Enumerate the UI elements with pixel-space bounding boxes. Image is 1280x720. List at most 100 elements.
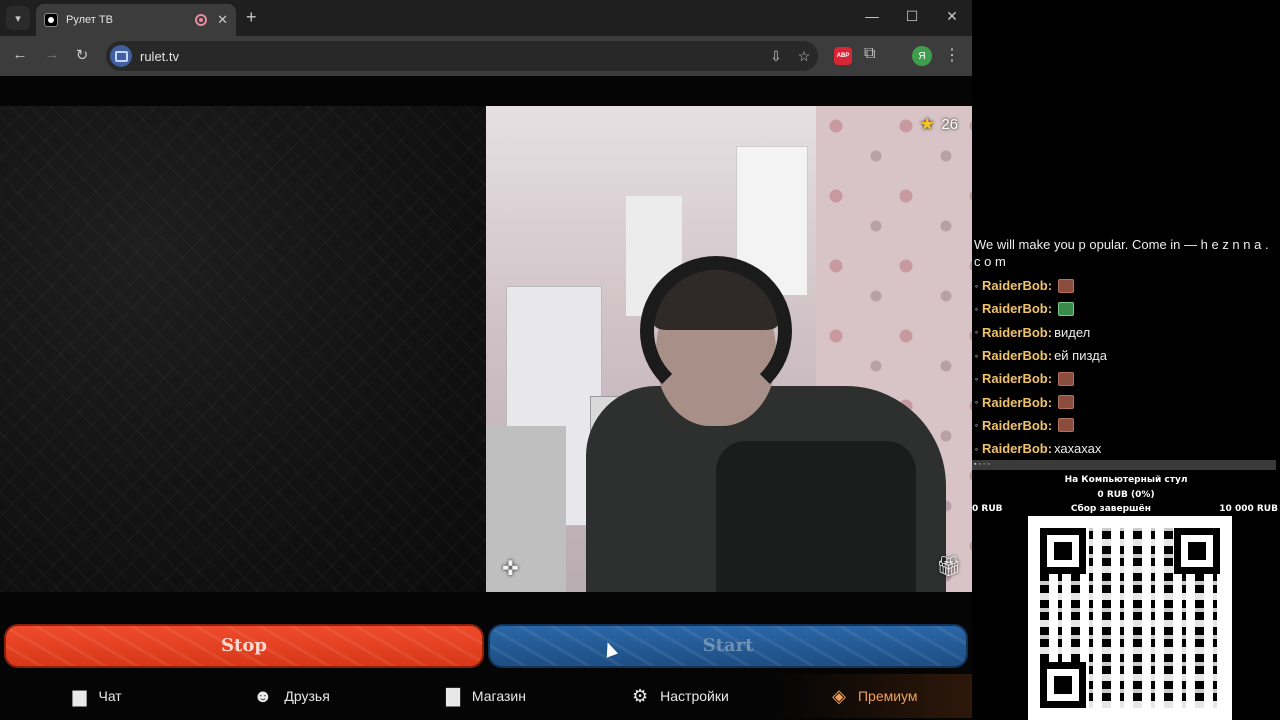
nav-shop-label: Магазин xyxy=(471,688,526,704)
kitchen-table xyxy=(486,426,566,592)
chat-text: хахахах xyxy=(1054,441,1102,457)
chat-bullet-icon: ◦ xyxy=(974,350,979,361)
person-shirt xyxy=(716,441,916,592)
chat-message: ◦ RaiderBob: ей пизда xyxy=(972,344,1280,367)
nav-chat-label: Чат xyxy=(98,688,122,704)
gift-icon[interactable]: 🎁︎ xyxy=(936,554,961,579)
url-text[interactable]: rulet.tv xyxy=(140,49,762,64)
doodle-pattern xyxy=(0,106,486,592)
masks-icon[interactable]: ✜ xyxy=(502,556,519,581)
browser-tab[interactable]: Рулет ТВ ✕ xyxy=(36,4,236,36)
nav-chat[interactable]: ▆ Чат xyxy=(0,674,194,718)
own-webcam-video: ★ 26 ✜ 🎁︎ xyxy=(486,106,972,592)
stop-button-label: Stop xyxy=(221,635,267,656)
tab-title: Рулет ТВ xyxy=(66,14,113,26)
chat-username: RaiderBob: xyxy=(982,301,1053,317)
chat-username: RaiderBob: xyxy=(982,371,1053,387)
bookmark-star-icon[interactable]: ☆ xyxy=(790,48,818,65)
nav-friends[interactable]: ☻ Друзья xyxy=(194,674,388,718)
close-window-button[interactable]: ✕ xyxy=(942,8,962,25)
goal-amount: 0 RUB (0%) xyxy=(1097,490,1155,500)
goal-min: 0 RUB xyxy=(972,504,1003,514)
chat-message: ◦ RaiderBob: xyxy=(972,297,1280,320)
chat-bullet-icon: ◦ xyxy=(974,303,979,314)
chat-username: RaiderBob: xyxy=(982,441,1053,457)
chat-username: RaiderBob: xyxy=(982,348,1053,364)
chat-username: RaiderBob: xyxy=(982,324,1053,340)
chat-bullet-icon: ◦ xyxy=(974,397,979,408)
chat-message: ◦ RaiderBob: видел xyxy=(972,321,1280,344)
chat-message: ◦ RaiderBob: хахахах xyxy=(972,437,1280,460)
chat-text: видел xyxy=(1054,324,1091,340)
browser-toolbar: ← → ↻ rulet.tv ⇩ ☆ ABP ⧉ Я ⋮ xyxy=(0,36,972,76)
chat-icon: ▆ xyxy=(72,685,87,706)
chat-username: RaiderBob: xyxy=(982,278,1053,294)
minimize-button[interactable]: — xyxy=(862,8,882,24)
goal-max: 10 000 RUB xyxy=(1219,504,1278,514)
browser-tab-bar: ▾ Рулет ТВ ✕ + — ☐ ✕ xyxy=(0,0,972,36)
close-tab-icon[interactable]: ✕ xyxy=(217,12,228,28)
maximize-button[interactable]: ☐ xyxy=(902,8,922,25)
page-content: ★ 26 ✜ 🎁︎ Stop Start ▆ Чат ☻ Друзья ▇ Ма… xyxy=(0,76,973,720)
chat-username: RaiderBob: xyxy=(982,394,1053,410)
chat-toolbar: ▪ ▫ ◦ ▫ xyxy=(972,460,1276,470)
nav-settings[interactable]: ⚙ Настройки xyxy=(583,674,777,718)
chat-message: ◦ RaiderBob: xyxy=(972,414,1280,437)
screen: ▾ Рулет ТВ ✕ + — ☐ ✕ ← → ↻ rulet.tv ⇩ ☆ … xyxy=(0,0,1280,720)
shopping-bag-icon: ▇ xyxy=(446,685,460,706)
stop-button[interactable]: Stop xyxy=(4,624,484,668)
chat-username: RaiderBob: xyxy=(982,417,1053,433)
chat-emote-icon xyxy=(1058,371,1075,386)
extensions-icon[interactable]: ⧉ xyxy=(864,45,875,63)
headphones xyxy=(640,256,792,406)
chat-text: ей пизда xyxy=(1054,348,1107,364)
chat-bullet-icon: ◦ xyxy=(974,373,979,384)
stream-chat: We will make you p opular. Come in — h e… xyxy=(972,236,1280,460)
chat-message: ◦ RaiderBob: xyxy=(972,274,1280,297)
nav-friends-label: Друзья xyxy=(284,688,330,704)
donation-goal: На Компьютерный стул 0 RUB (0%) 0 RUB Сб… xyxy=(972,472,1280,516)
chat-message: ◦ RaiderBob: xyxy=(972,367,1280,390)
partner-video-placeholder xyxy=(0,106,486,592)
start-button[interactable]: Start xyxy=(488,624,968,668)
chat-emote-icon xyxy=(1058,418,1075,433)
nav-settings-label: Настройки xyxy=(660,688,729,704)
back-button[interactable]: ← xyxy=(10,46,30,63)
rating-score: ★ 26 xyxy=(919,114,958,135)
tag-icon: ◈ xyxy=(832,685,846,706)
profile-avatar[interactable]: Я xyxy=(912,46,932,66)
tab-search-button[interactable]: ▾ xyxy=(6,6,30,30)
qr-code xyxy=(1028,516,1232,720)
new-tab-button[interactable]: + xyxy=(246,8,257,26)
stream-overlay: We will make you p opular. Come in — h e… xyxy=(972,0,1280,720)
friends-icon: ☻ xyxy=(253,685,273,706)
qr-finder-bottom-left xyxy=(1040,662,1086,708)
browser-menu-icon[interactable]: ⋮ xyxy=(944,45,960,65)
nav-premium-label: Премиум xyxy=(857,688,918,704)
chat-message: ◦ RaiderBob: xyxy=(972,390,1280,413)
site-info-icon[interactable] xyxy=(110,45,132,67)
qr-finder-top-left xyxy=(1040,528,1086,574)
nav-premium[interactable]: ◈ Премиум xyxy=(777,674,973,718)
chat-bullet-icon: ◦ xyxy=(974,420,979,431)
chat-bullet-icon: ◦ xyxy=(974,443,979,454)
forward-button[interactable]: → xyxy=(42,46,62,63)
reload-button[interactable]: ↻ xyxy=(72,46,92,64)
goal-title: На Компьютерный стул xyxy=(1064,475,1188,485)
chat-bullet-icon: ◦ xyxy=(974,280,979,291)
install-app-icon[interactable]: ⇩ xyxy=(762,48,790,65)
chat-promo-message: We will make you p opular. Come in — h e… xyxy=(974,237,1269,269)
bottom-navigation: ▆ Чат ☻ Друзья ▇ Магазин ⚙ Настройки ◈ П… xyxy=(0,674,973,718)
chat-messages: ◦ RaiderBob: ◦ RaiderBob: ◦ RaiderBob: видел ◦ R… xyxy=(972,274,1280,460)
star-icon: ★ xyxy=(919,114,936,134)
nav-shop[interactable]: ▇ Магазин xyxy=(389,674,583,718)
goal-range: 0 RUB Сбор завершён 10 000 RUB xyxy=(972,502,1280,516)
person-with-headphones xyxy=(586,256,946,592)
qr-modules xyxy=(1040,528,1220,708)
score-value: 26 xyxy=(941,116,958,133)
chat-emote-icon xyxy=(1058,278,1075,293)
chat-emote-icon xyxy=(1058,395,1075,410)
address-bar[interactable]: rulet.tv ⇩ ☆ xyxy=(106,41,818,71)
adblock-extension-icon[interactable]: ABP xyxy=(834,47,852,65)
qr-finder-top-right xyxy=(1174,528,1220,574)
